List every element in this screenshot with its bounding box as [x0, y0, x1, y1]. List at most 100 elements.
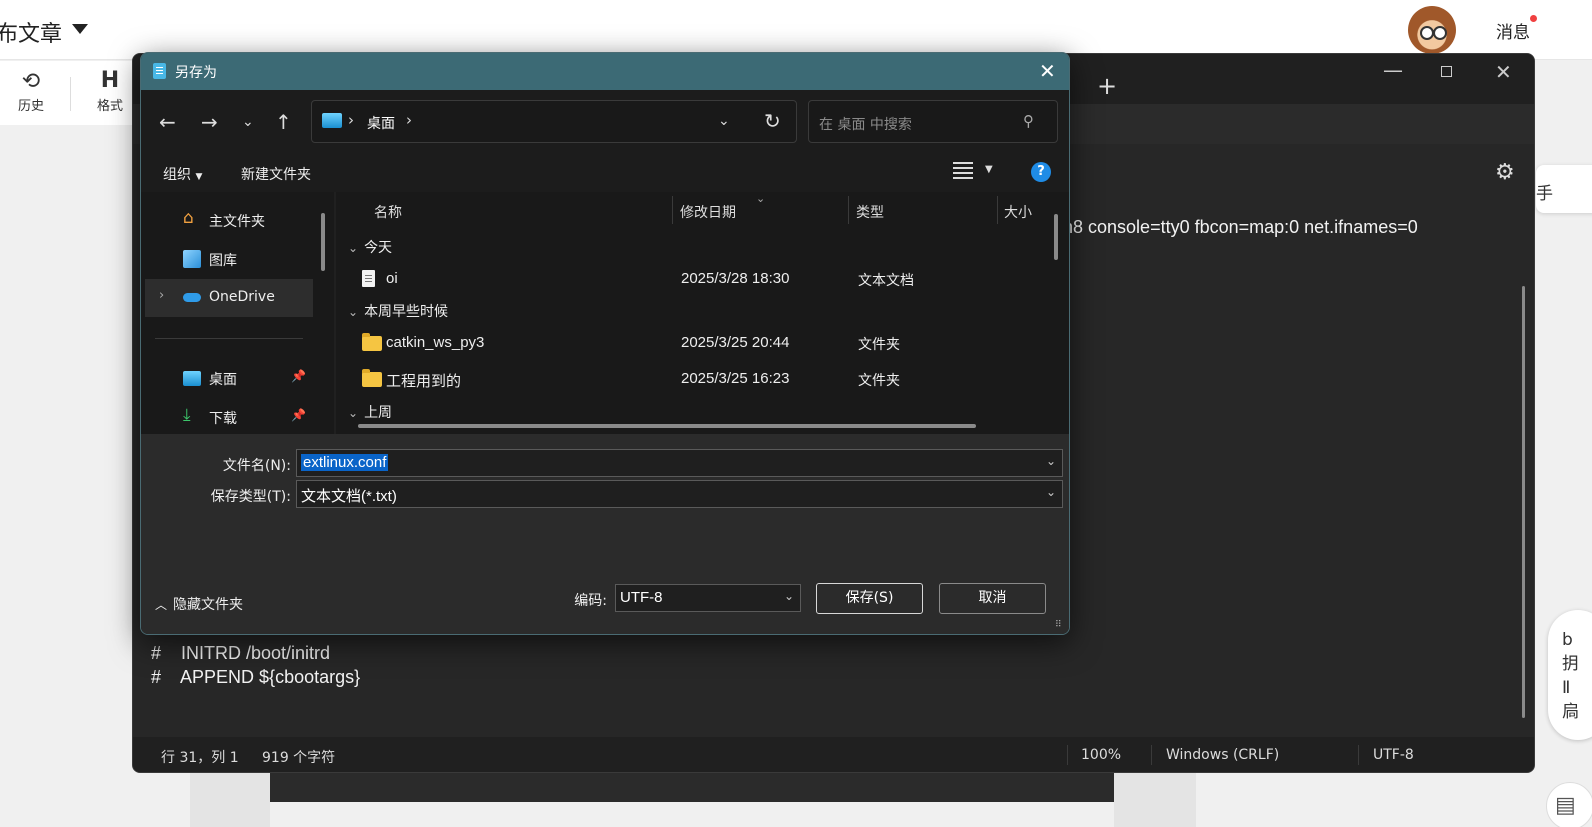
encoding-select[interactable]: UTF-8 ⌄	[615, 584, 801, 612]
maximize-icon[interactable]	[1441, 66, 1452, 77]
file-list: 名称 修改日期 ⌄ 类型 大小 ⌄ 今天 oi 2025/3/28 18:30 文…	[336, 192, 1069, 434]
screenshot-preview-strip	[270, 772, 1114, 802]
caret-down-icon: ▼	[195, 172, 203, 182]
side-tools-pill[interactable]: b 抈 Ⅱ 扃	[1548, 610, 1592, 740]
hide-folders-label: 隐藏文件夹	[173, 597, 244, 613]
save-button[interactable]: 保存(S)	[816, 583, 923, 614]
nav-item-home[interactable]: ⌂ 主文件夹	[145, 201, 313, 239]
file-type: 文件夹	[858, 337, 900, 353]
file-row[interactable]: 工程用到的 2025/3/25 16:23 文件夹	[336, 361, 1046, 395]
new-folder-button[interactable]: 新建文件夹	[241, 164, 311, 184]
side-tool-item[interactable]: b	[1562, 628, 1592, 652]
encoding-status[interactable]: UTF-8	[1373, 747, 1414, 763]
messages-link[interactable]: 消息	[1496, 18, 1530, 43]
resize-grip-icon[interactable]: ⠿	[1055, 620, 1062, 630]
chevron-right-icon[interactable]: ›	[159, 288, 164, 303]
group-label: 本周早些时候	[364, 304, 449, 320]
chevron-down-icon[interactable]: ⌄	[1046, 454, 1056, 468]
navigation-pane: ⌂ 主文件夹 图库 › OneDrive 桌面 📌 ⤓ 下载 📌	[141, 192, 334, 434]
chevron-right-icon[interactable]: ›	[406, 111, 412, 129]
side-helper-chip[interactable]: 手	[1536, 165, 1592, 213]
chevron-down-icon[interactable]: ⌄	[718, 113, 730, 129]
file-row[interactable]: catkin_ws_py3 2025/3/25 20:44 文件夹	[336, 325, 1046, 359]
up-icon[interactable]: ↑	[275, 110, 292, 134]
close-icon[interactable]: ✕	[1495, 60, 1512, 84]
cursor-position: 行 31，列 1	[161, 750, 239, 766]
pin-icon[interactable]: 📌	[291, 369, 306, 383]
format-button[interactable]: H 格式	[92, 67, 128, 114]
avatar[interactable]	[1408, 6, 1456, 54]
file-list-scrollbar[interactable]	[1054, 214, 1058, 260]
forward-icon[interactable]: →	[201, 110, 218, 134]
recent-locations-icon[interactable]: ⌄	[242, 114, 254, 130]
onedrive-icon	[183, 293, 201, 302]
zoom-level[interactable]: 100%	[1081, 747, 1121, 763]
nav-item-desktop[interactable]: 桌面 📌	[145, 359, 313, 397]
refresh-icon[interactable]: ↻	[764, 109, 781, 133]
web-header: 布文章 消息	[0, 0, 1592, 60]
new-tab-icon[interactable]: +	[1097, 72, 1117, 100]
group-header-today[interactable]: ⌄ 今天	[348, 237, 392, 257]
editor-toolbar: ⟲ 历史 H 格式	[0, 61, 140, 125]
file-name: oi	[386, 270, 398, 287]
address-bar[interactable]: › 桌面 › ⌄ ↻	[311, 100, 797, 143]
organize-menu[interactable]: 组织 ▼	[163, 164, 202, 184]
save-as-dialog: 另存为 ✕ ← → ⌄ ↑ › 桌面 › ⌄ ↻ 在 桌面 中搜索 ⚲ 组织 ▼…	[140, 52, 1070, 635]
page-background	[1114, 772, 1196, 827]
search-placeholder: 在 桌面 中搜索	[819, 117, 912, 133]
column-header-type[interactable]: 类型	[856, 202, 884, 222]
search-icon[interactable]: ⚲	[1023, 112, 1034, 130]
hide-folders-toggle[interactable]: ︿ 隐藏文件夹	[155, 594, 243, 614]
history-button[interactable]: ⟲ 历史	[14, 69, 48, 114]
side-tool-item[interactable]: 扃	[1562, 700, 1592, 724]
minimize-icon[interactable]: —	[1383, 58, 1403, 82]
caret-down-icon[interactable]: ▼	[985, 164, 993, 175]
column-header-size[interactable]: 大小	[1004, 202, 1032, 222]
help-icon[interactable]: ?	[1031, 162, 1051, 182]
view-options-icon[interactable]	[953, 162, 973, 180]
filename-field[interactable]: extlinux.conf ⌄	[296, 449, 1063, 477]
filetype-select[interactable]: 文本文档(*.txt) ⌄	[296, 480, 1063, 508]
chevron-down-icon[interactable]: ⌄	[1046, 485, 1056, 499]
editor-text-line[interactable]: # APPEND ${cbootargs}	[151, 667, 360, 688]
nav-item-gallery[interactable]: 图库	[145, 240, 313, 278]
breadcrumb-desktop[interactable]: 桌面	[367, 113, 395, 133]
chevron-right-icon[interactable]: ›	[348, 111, 354, 129]
column-divider	[848, 196, 849, 224]
notepad-icon	[153, 63, 166, 79]
nav-item-label: 图库	[209, 253, 237, 269]
search-input[interactable]: 在 桌面 中搜索 ⚲	[808, 100, 1058, 143]
close-icon[interactable]: ✕	[1039, 59, 1056, 83]
folder-icon	[362, 333, 382, 351]
filename-label: 文件名(N):	[222, 458, 291, 474]
side-tool-item[interactable]: Ⅱ	[1562, 676, 1592, 700]
group-header-last-week[interactable]: ⌄ 上周	[348, 402, 392, 422]
editor-scrollbar[interactable]	[1522, 286, 1525, 718]
toolbar-divider	[70, 77, 71, 111]
desktop-icon	[183, 371, 201, 386]
group-label: 上周	[364, 405, 393, 421]
editor-text-line[interactable]: # INITRD /boot/initrd	[151, 643, 330, 664]
group-header-earlier-this-week[interactable]: ⌄ 本周早些时候	[348, 301, 448, 321]
nav-scrollbar[interactable]	[321, 213, 325, 271]
column-header-modified[interactable]: 修改日期	[680, 202, 736, 222]
gear-icon[interactable]: ⚙	[1495, 160, 1515, 185]
file-row[interactable]: oi 2025/3/28 18:30 文本文档	[336, 261, 1046, 295]
pin-icon[interactable]: 📌	[291, 408, 306, 422]
chevron-down-icon[interactable]: ⌄	[784, 589, 794, 603]
status-divider	[1151, 745, 1152, 765]
editor-text-line[interactable]: n8 console=tty0 fbcon=map:0 net.ifnames=…	[1063, 217, 1418, 238]
save-options-panel: 文件名(N): extlinux.conf ⌄ 保存类型(T): 文本文档(*.…	[141, 434, 1069, 634]
line-ending[interactable]: Windows (CRLF)	[1166, 747, 1279, 763]
nav-item-onedrive[interactable]: › OneDrive	[145, 279, 313, 317]
cancel-button[interactable]: 取消	[939, 583, 1046, 614]
column-header-name[interactable]: 名称	[374, 202, 402, 222]
file-list-hscrollbar[interactable]	[358, 424, 976, 428]
nav-item-downloads[interactable]: ⤓ 下载 📌	[145, 398, 313, 436]
side-tool-item[interactable]: 抈	[1562, 652, 1592, 676]
nav-item-label: 桌面	[209, 372, 237, 388]
chevron-down-icon: ⌄	[348, 406, 359, 420]
title-dropdown-icon[interactable]	[72, 24, 88, 34]
back-icon[interactable]: ←	[159, 110, 176, 134]
doc-icon[interactable]: ▤	[1546, 782, 1592, 827]
